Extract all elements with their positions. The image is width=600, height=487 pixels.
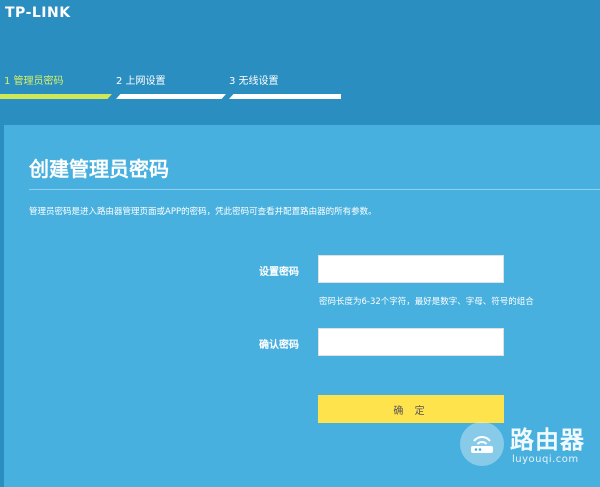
watermark-title: 路由器 — [510, 426, 585, 454]
password-hint: 密码长度为6-32个字符，最好是数字、字母、符号的组合 — [319, 297, 534, 307]
title-divider — [29, 189, 600, 190]
step-3-progress-bar — [229, 94, 341, 99]
watermark: 路由器 luyouqi.com — [460, 420, 600, 480]
step-1-progress-bar — [0, 94, 112, 99]
confirm-button[interactable]: 确 定 — [318, 395, 504, 423]
router-icon — [460, 422, 504, 466]
page-title: 创建管理员密码 — [29, 157, 169, 181]
confirm-password-label: 确认密码 — [259, 340, 299, 351]
step-internet-settings: 2 上网设置 — [116, 76, 166, 87]
step-2-progress-bar — [116, 94, 226, 99]
tp-link-logo: TP-LINK — [5, 5, 71, 21]
password-label: 设置密码 — [259, 267, 299, 278]
password-input[interactable] — [318, 255, 504, 283]
description-text: 管理员密码是进入路由器管理页面或APP的密码，凭此密码可查看并配置路由器的所有参… — [29, 207, 377, 217]
step-admin-password: 1 管理员密码 — [4, 76, 64, 87]
confirm-password-input[interactable] — [318, 328, 504, 356]
watermark-url: luyouqi.com — [512, 454, 579, 465]
setup-steps: 1 管理员密码 2 上网设置 3 无线设置 — [0, 75, 360, 105]
step-wireless-settings: 3 无线设置 — [229, 76, 279, 87]
